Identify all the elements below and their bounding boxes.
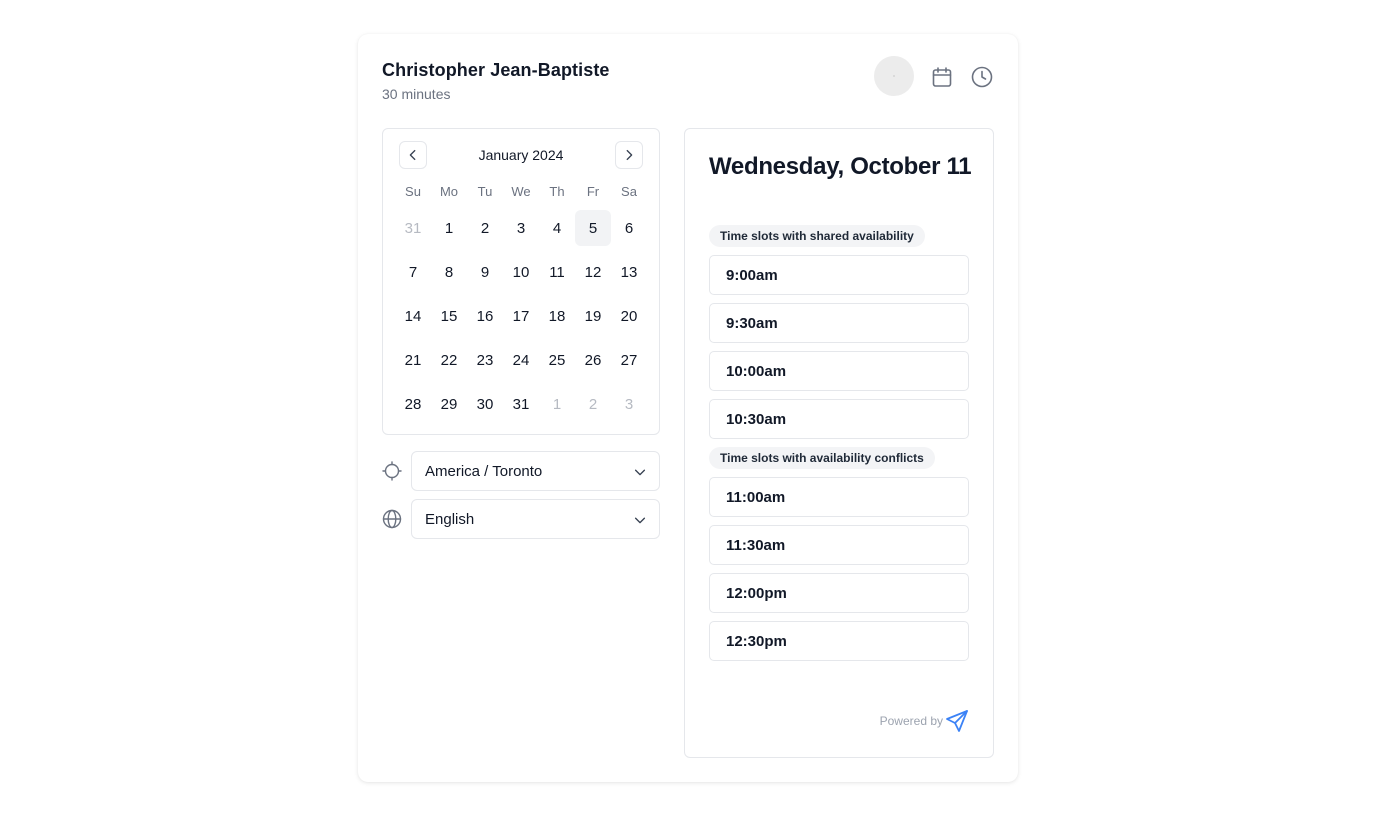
powered-by-text: Powered by xyxy=(879,714,943,728)
calendar-icon xyxy=(930,65,954,89)
availability-conflicts-label: Time slots with availability conflicts xyxy=(709,447,935,469)
calendar-day[interactable]: 1 xyxy=(431,210,467,246)
time-slot-button[interactable]: 11:00am xyxy=(709,477,969,517)
send-logo-icon xyxy=(945,709,969,733)
weekday-header: Su Mo Tu We Th Fr Sa xyxy=(395,183,647,201)
globe-icon xyxy=(382,509,402,529)
date-picker: January 2024 Su Mo Tu We Th Fr Sa 31 1 2 3 4… xyxy=(382,128,660,435)
time-slot-button[interactable]: 12:00pm xyxy=(709,573,969,613)
timezone-select[interactable]: America / Toronto xyxy=(411,451,660,491)
weekday-label: Fr xyxy=(586,184,600,199)
calendar-day[interactable]: 31 xyxy=(395,210,431,246)
calendar-days: 31 1 2 3 4 5 6 7 8 9 10 11 12 13 14 15 16 17 18 19 20 21 22 23 2… xyxy=(395,210,647,430)
time-slot-button[interactable]: 9:30am xyxy=(709,303,969,343)
timezone-value: America / Toronto xyxy=(425,462,543,480)
language-row: English xyxy=(382,499,660,539)
calendar-day[interactable]: 29 xyxy=(431,386,467,422)
time-slot-button[interactable]: 12:30pm xyxy=(709,621,969,661)
chevron-down-icon xyxy=(633,465,647,479)
calendar-day[interactable]: 30 xyxy=(467,386,503,422)
powered-by[interactable]: Powered by xyxy=(880,709,969,733)
calendar-day[interactable]: 28 xyxy=(395,386,431,422)
chevron-right-icon xyxy=(626,149,633,161)
calendar-day[interactable]: 17 xyxy=(503,298,539,334)
weekday-label: Tu xyxy=(477,184,493,199)
weekday-label: Sa xyxy=(621,184,637,199)
calendar-day[interactable]: 24 xyxy=(503,342,539,378)
calendar-day[interactable]: 3 xyxy=(503,210,539,246)
weekday-label: Su xyxy=(405,184,421,199)
calendar-day[interactable]: 11 xyxy=(539,254,575,290)
time-slot-button[interactable]: 10:00am xyxy=(709,351,969,391)
language-select[interactable]: English xyxy=(411,499,660,539)
calendar-day[interactable]: 1 xyxy=(539,386,575,422)
calendar-day[interactable]: 14 xyxy=(395,298,431,334)
calendar-day[interactable]: 16 xyxy=(467,298,503,334)
calendar-day[interactable]: 3 xyxy=(611,386,647,422)
time-slot-button[interactable]: 11:30am xyxy=(709,525,969,565)
language-value: English xyxy=(425,510,475,528)
avatar xyxy=(874,56,914,96)
meeting-duration: 30 minutes xyxy=(382,86,451,102)
calendar-day[interactable]: 20 xyxy=(611,298,647,334)
host-name: Christopher Jean-Baptiste xyxy=(382,60,610,80)
chevron-down-icon xyxy=(633,513,647,527)
selected-date-heading: Wednesday, October 11 xyxy=(709,153,972,180)
booking-card: Christopher Jean-Baptiste 30 minutes Jan… xyxy=(358,34,1018,782)
calendar-day[interactable]: 23 xyxy=(467,342,503,378)
calendar-day[interactable]: 7 xyxy=(395,254,431,290)
crosshair-icon xyxy=(382,461,402,481)
calendar-day[interactable]: 18 xyxy=(539,298,575,334)
calendar-day[interactable]: 22 xyxy=(431,342,467,378)
next-month-button[interactable] xyxy=(615,141,643,169)
calendar-day[interactable]: 2 xyxy=(575,386,611,422)
calendar-day[interactable]: 13 xyxy=(611,254,647,290)
calendar-day[interactable]: 6 xyxy=(611,210,647,246)
calendar-day[interactable]: 9 xyxy=(467,254,503,290)
calendar-day[interactable]: 2 xyxy=(467,210,503,246)
calendar-day[interactable]: 15 xyxy=(431,298,467,334)
weekday-label: We xyxy=(511,184,531,199)
time-slot-button[interactable]: 9:00am xyxy=(709,255,969,295)
calendar-day[interactable]: 4 xyxy=(539,210,575,246)
calendar-day[interactable]: 31 xyxy=(503,386,539,422)
timezone-row: America / Toronto xyxy=(382,451,660,491)
calendar-day[interactable]: 19 xyxy=(575,298,611,334)
calendar-day[interactable]: 21 xyxy=(395,342,431,378)
time-slots-panel: Wednesday, October 11 Time slots with sh… xyxy=(684,128,994,758)
weekday-label: Th xyxy=(549,184,565,199)
weekday-label: Mo xyxy=(439,184,459,199)
calendar-day[interactable]: 10 xyxy=(503,254,539,290)
calendar-day-selected[interactable]: 5 xyxy=(575,210,611,246)
clock-icon xyxy=(970,65,994,89)
calendar-day[interactable]: 26 xyxy=(575,342,611,378)
time-slot-button[interactable]: 10:30am xyxy=(709,399,969,439)
calendar-day[interactable]: 12 xyxy=(575,254,611,290)
shared-availability-label: Time slots with shared availability xyxy=(709,225,925,247)
calendar-day[interactable]: 8 xyxy=(431,254,467,290)
calendar-day[interactable]: 25 xyxy=(539,342,575,378)
calendar-day[interactable]: 27 xyxy=(611,342,647,378)
